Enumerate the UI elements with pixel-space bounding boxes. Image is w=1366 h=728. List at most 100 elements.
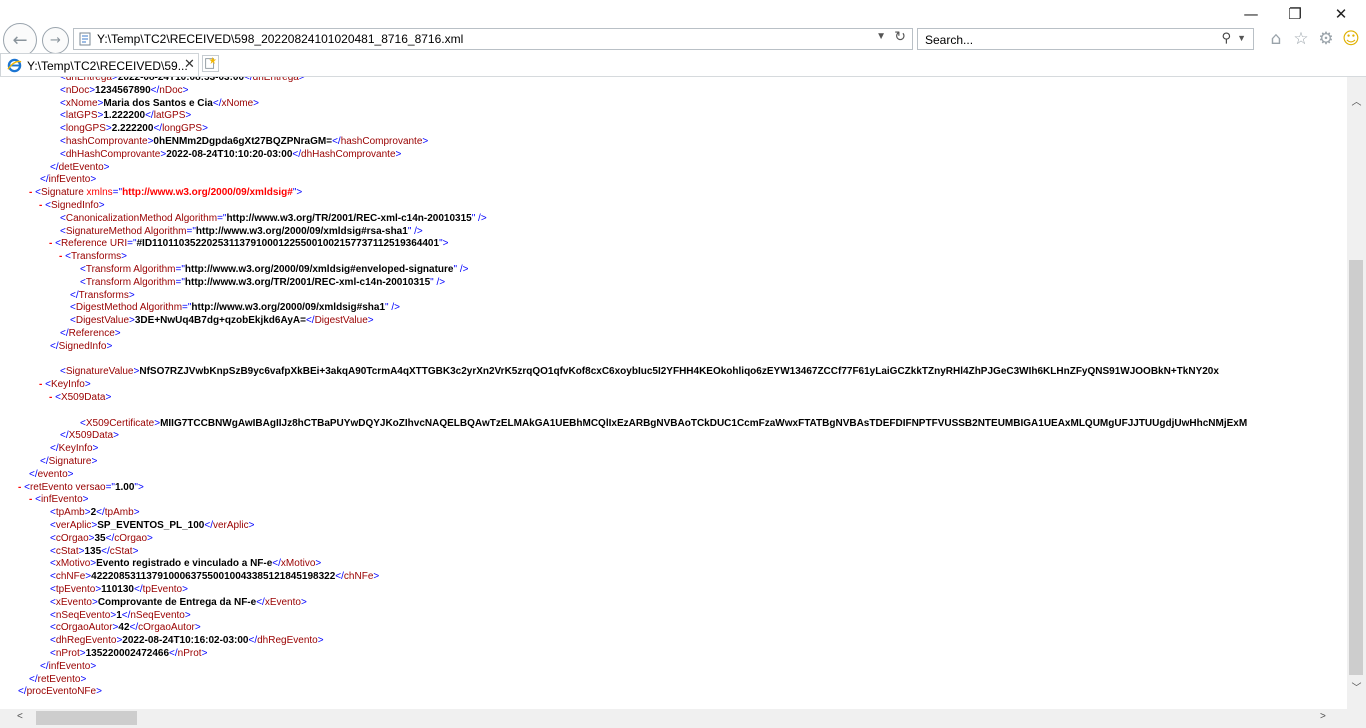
xml-line: <tpEvento>110130</tpEvento> <box>50 584 188 597</box>
xml-token: </ <box>50 340 59 352</box>
xml-token: DigestMethod <box>75 302 140 314</box>
scroll-down-arrow[interactable]: ﹀ <box>1347 679 1366 695</box>
smiley-feedback-icon[interactable]: ☺ <box>1340 28 1362 50</box>
xml-token: Maria dos Santos e Cia <box>103 97 213 109</box>
xml-token: </ <box>248 635 258 647</box>
address-text[interactable]: Y:\Temp\TC2\RECEIVED\598_202208241010204… <box>97 32 463 46</box>
scroll-right-arrow[interactable]: > <box>1320 711 1326 722</box>
forward-button[interactable]: → <box>42 27 69 54</box>
xml-token: "> <box>439 238 449 250</box>
search-icon[interactable]: ⚲ <box>1221 31 1231 46</box>
xml-token: " /> <box>385 302 400 314</box>
xml-line: <dhHashComprovante>2022-08-24T10:10:20-0… <box>60 149 401 162</box>
back-button[interactable]: ← <box>3 23 37 57</box>
forward-arrow-icon: → <box>50 33 61 48</box>
xml-token: #ID1101103522025311379100012255001002157… <box>136 238 440 250</box>
new-tab-icon[interactable] <box>202 55 219 72</box>
search-box[interactable]: Search... ⚲ ▼ <box>917 28 1254 50</box>
xml-token: CanonicalizationMethod <box>65 212 175 224</box>
xml-line: <dhRegEvento>2022-08-24T10:16:02-03:00</… <box>50 635 324 648</box>
favorites-star-icon[interactable]: ☆ <box>1290 28 1312 50</box>
xml-token: nProt <box>177 648 202 659</box>
search-input[interactable]: Search... <box>925 33 973 47</box>
xml-token: nSeqEvento <box>55 609 111 621</box>
xml-token: xNome <box>65 97 98 109</box>
xml-line: <hashComprovante>0hENMm2Dgpda6gXt27BQZPN… <box>60 136 428 149</box>
xml-line: <X509Certificate>MIIG7TCCBNWgAwIBAgIIJz8… <box>80 418 1247 431</box>
xml-token: > <box>182 84 189 96</box>
xml-token: > <box>133 507 140 519</box>
xml-token: retEvento <box>29 481 76 493</box>
horizontal-scrollbar[interactable]: < > <box>0 709 1347 728</box>
xml-token: infEvento <box>40 494 83 506</box>
xml-token: Algorithm <box>144 225 187 237</box>
scroll-up-arrow[interactable]: ︿ <box>1347 93 1366 109</box>
xml-token: 1.00 <box>114 481 135 493</box>
xml-line: <DigestMethod Algorithm="http://www.w3.o… <box>70 302 400 315</box>
xml-line: <nSeqEvento>1</nSeqEvento> <box>50 610 191 623</box>
xml-token: NfSO7RZJVwbKnpSzB9yc6vafpXkBEi+3akqA90Tc… <box>139 366 1219 378</box>
xml-token: </ <box>335 571 344 583</box>
xml-line: - <retEvento versao="1.00"> <box>18 482 144 495</box>
xml-token: </ <box>40 174 49 186</box>
xml-token: URI <box>109 238 128 250</box>
xml-token: dhRegEvento <box>55 635 117 647</box>
gear-icon[interactable]: ⚙ <box>1315 28 1337 50</box>
xml-token: > <box>90 660 97 672</box>
xml-line: <SignatureValue>NfSO7RZJVwbKnpSzB9yc6vaf… <box>60 366 1219 379</box>
xml-token: </ <box>96 507 105 519</box>
refresh-icon[interactable]: ↻ <box>894 29 906 45</box>
xml-token: > <box>128 289 135 301</box>
xml-token: infEvento <box>48 174 91 186</box>
xml-line: <nDoc>1234567890</nDoc> <box>60 85 189 98</box>
vertical-scroll-thumb[interactable] <box>1349 260 1363 675</box>
xml-line: </infEvento> <box>40 661 96 674</box>
horizontal-scroll-thumb[interactable] <box>36 711 137 725</box>
xml-line: <dhEntrega>2022-08-24T10:08:53-03:00</dh… <box>60 77 305 85</box>
xml-token: 3DE+NwUq4B7dg+qzobEkjkd6AyA= <box>134 315 306 327</box>
xml-token: > <box>317 635 324 647</box>
close-window-button[interactable]: ✕ <box>1318 0 1364 28</box>
xml-token: nSeqEvento <box>130 609 185 621</box>
vertical-scrollbar[interactable]: ︿ ﹀ <box>1347 77 1366 709</box>
xml-token: cOrgaoAutor <box>55 622 113 634</box>
xml-token: > <box>91 456 98 467</box>
search-dropdown-icon[interactable]: ▼ <box>1237 33 1246 43</box>
xml-token: cOrgao <box>55 532 89 544</box>
xml-token: Reference <box>68 328 115 339</box>
home-icon[interactable]: ⌂ <box>1265 28 1287 50</box>
xml-token: > <box>84 379 91 391</box>
address-dropdown-icon[interactable]: ▼ <box>876 31 886 42</box>
xml-token: cStat <box>55 545 79 557</box>
scroll-left-arrow[interactable]: < <box>17 711 23 722</box>
xml-token: xNome <box>221 97 254 109</box>
xml-line: </KeyInfo> <box>50 443 98 456</box>
xml-line: </Signature> <box>40 456 97 469</box>
minimize-button[interactable]: — <box>1228 0 1274 28</box>
restore-button[interactable]: ❐ <box>1272 0 1318 28</box>
address-bar[interactable]: Y:\Temp\TC2\RECEIVED\598_202208241010204… <box>73 28 913 50</box>
xml-token: </ <box>169 648 178 659</box>
xml-token: " /> <box>430 276 446 288</box>
xml-line: <xEvento>Comprovante de Entrega da NF-e<… <box>50 597 307 610</box>
xml-token: > <box>422 136 429 147</box>
xml-token: procEventoNFe <box>26 686 97 698</box>
xml-token: </ <box>153 123 163 135</box>
xml-token: </ <box>40 456 49 467</box>
xml-token: tpEvento <box>55 584 96 595</box>
xml-line: - <Reference URI="#ID1101103522025311379… <box>49 238 448 251</box>
xml-token: > <box>105 392 112 403</box>
xml-token: > <box>373 571 380 583</box>
xml-token: SignatureValue <box>65 366 134 378</box>
xml-token: </ <box>150 84 160 96</box>
xml-token: 2.222200 <box>111 123 154 135</box>
xml-token: > <box>184 609 191 621</box>
xml-line: </retEvento> <box>29 674 86 687</box>
xml-token: Algorithm <box>133 276 176 288</box>
close-tab-icon[interactable]: ✕ <box>184 57 195 72</box>
xml-token: "> <box>134 481 144 493</box>
xml-token: > <box>300 596 307 608</box>
xml-token: dhEntrega <box>65 77 112 83</box>
browser-tab[interactable]: Y:\Temp\TC2\RECEIVED\59... ✕ <box>0 53 199 77</box>
xml-token: " /> <box>453 264 469 275</box>
